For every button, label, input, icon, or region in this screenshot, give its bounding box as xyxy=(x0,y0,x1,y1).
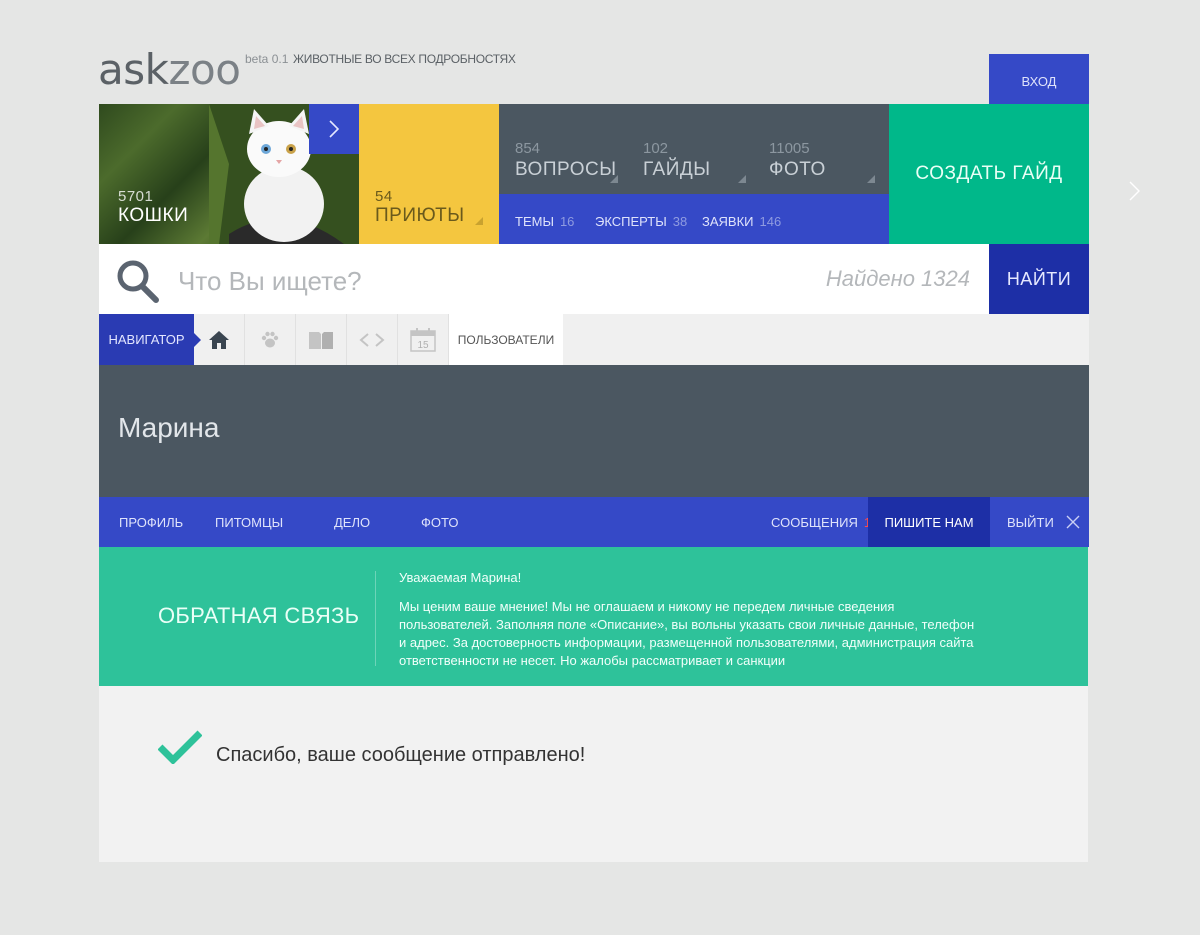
chevron-right-icon xyxy=(329,120,340,138)
photos-label: ФОТО xyxy=(769,159,826,180)
tab-profile[interactable]: ПРОФИЛЬ xyxy=(119,497,183,547)
check-icon xyxy=(157,730,203,769)
login-button[interactable]: ВХОД xyxy=(989,54,1089,104)
tab-messages[interactable]: СООБЩЕНИЯ1 xyxy=(771,497,871,547)
tagline: ЖИВОТНЫЕ ВО ВСЕХ ПОДРОБНОСТЯХ xyxy=(293,52,516,66)
divider xyxy=(375,571,376,666)
tab-write-us[interactable]: ПИШИТЕ НАМ xyxy=(868,497,990,547)
guides-label: ГАЙДЫ xyxy=(643,159,711,180)
corner-marker xyxy=(610,175,618,183)
corner-marker xyxy=(867,175,875,183)
topics-label: ТЕМЫ xyxy=(515,214,554,229)
tile-stats: 854 ВОПРОСЫ 102 ГАЙДЫ 11005 ФОТО xyxy=(499,104,889,194)
logo[interactable]: askzoo xyxy=(98,45,241,94)
shelters-label: ПРИЮТЫ xyxy=(375,205,465,226)
questions-label: ВОПРОСЫ xyxy=(515,159,617,180)
cats-label: КОШКИ xyxy=(118,205,189,226)
link-experts[interactable]: ЭКСПЕРТЫ 38 xyxy=(595,214,687,229)
confirmation-area xyxy=(99,686,1088,862)
shelters-count: 54 xyxy=(375,188,393,205)
carousel-next-arrow[interactable] xyxy=(1128,180,1142,207)
results-count: Найдено 1324 xyxy=(825,266,970,291)
tab-pets[interactable]: ПИТОМЦЫ xyxy=(215,497,283,547)
feedback-title: ОБРАТНАЯ СВЯЗЬ xyxy=(158,603,360,628)
beta-label: beta 0.1 xyxy=(245,52,289,66)
navigator-label: НАВИГАТОР xyxy=(99,314,201,365)
logo-ask: ask xyxy=(98,45,169,94)
questions-count: 854 xyxy=(515,140,541,157)
profile-name: Марина xyxy=(118,412,220,443)
search-icon xyxy=(117,260,159,303)
corner-marker xyxy=(475,217,483,225)
feedback-text: Мы ценим ваше мнение! Мы не оглашаем и н… xyxy=(399,599,975,668)
topics-count: 16 xyxy=(559,214,575,229)
messages-label: СООБЩЕНИЯ xyxy=(771,514,858,530)
nav-users-tab[interactable]: ПОЛЬЗОВАТЕЛИ xyxy=(449,314,563,365)
chevron-right-icon xyxy=(1129,181,1140,201)
shelters-counter: 54 ПРИЮТЫ xyxy=(375,188,465,227)
stat-questions[interactable]: 854 ВОПРОСЫ xyxy=(515,140,617,181)
tab-deal[interactable]: ДЕЛО xyxy=(334,497,370,547)
link-topics[interactable]: ТЕМЫ 16 xyxy=(515,214,574,229)
search-input[interactable] xyxy=(178,262,778,300)
profile-header xyxy=(99,365,1089,497)
logout-label: ВЫЙТИ xyxy=(1007,514,1054,530)
tab-photo[interactable]: ФОТО xyxy=(421,497,458,547)
calendar-icon[interactable]: 15 xyxy=(398,314,449,365)
requests-count: 146 xyxy=(759,214,782,229)
home-icon[interactable] xyxy=(194,314,245,365)
close-icon xyxy=(1066,515,1080,529)
feedback-greeting: Уважаемая Марина! xyxy=(399,570,522,585)
next-arrow-button[interactable] xyxy=(309,104,359,154)
logo-zoo: zoo xyxy=(168,45,241,94)
corner-marker xyxy=(738,175,746,183)
requests-label: ЗАЯВКИ xyxy=(702,214,754,229)
photos-count: 11005 xyxy=(769,140,810,157)
search-button[interactable]: НАЙТИ xyxy=(989,244,1089,314)
stat-photos[interactable]: 11005 ФОТО xyxy=(769,140,826,181)
cats-counter: 5701 КОШКИ xyxy=(118,188,188,227)
create-guide-button[interactable]: СОЗДАТЬ ГАЙД xyxy=(889,104,1089,244)
experts-label: ЭКСПЕРТЫ xyxy=(595,214,667,229)
experts-count: 38 xyxy=(672,214,688,229)
link-requests[interactable]: ЗАЯВКИ 146 xyxy=(702,214,781,229)
stat-guides[interactable]: 102 ГАЙДЫ xyxy=(643,140,711,181)
book-icon[interactable] xyxy=(296,314,347,365)
paw-icon[interactable] xyxy=(245,314,296,365)
tile-shelters[interactable]: 54 ПРИЮТЫ xyxy=(359,104,499,244)
guides-count: 102 xyxy=(643,140,669,157)
code-icon[interactable] xyxy=(347,314,398,365)
confirmation-message: Спасибо, ваше сообщение отправлено! xyxy=(216,744,586,766)
logout-button[interactable]: ВЫЙТИ xyxy=(1007,497,1080,547)
cats-count: 5701 xyxy=(118,188,154,205)
calendar-day: 15 xyxy=(417,340,429,351)
